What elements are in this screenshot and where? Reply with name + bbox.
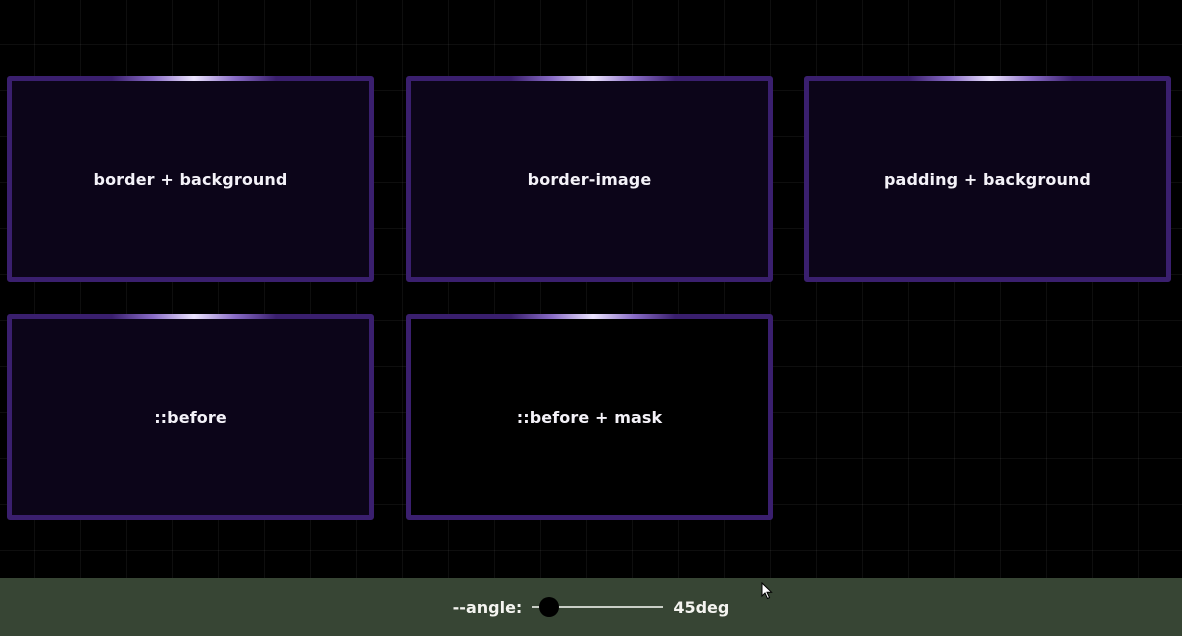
card-label: ::before + mask [516, 407, 663, 427]
card-before-mask: ::before + mask [406, 314, 773, 520]
card-padding-background: padding + background [804, 76, 1171, 282]
controls-bar: --angle: 45deg [0, 578, 1182, 636]
mouse-pointer-icon [761, 582, 773, 600]
angle-value: 45deg [673, 597, 730, 617]
slider-thumb[interactable] [538, 597, 559, 617]
card-label: border-image [527, 169, 652, 189]
card-label: border + background [93, 169, 288, 189]
angle-slider[interactable] [532, 597, 664, 617]
card-label: ::before [154, 407, 227, 427]
card-border-background: border + background [7, 76, 374, 282]
card-before: ::before [7, 314, 374, 520]
card-label: padding + background [884, 169, 1091, 189]
card-border-image: border-image [406, 76, 773, 282]
angle-label: --angle: [452, 597, 523, 617]
preview-area: border + background border-image padding… [0, 0, 1182, 578]
